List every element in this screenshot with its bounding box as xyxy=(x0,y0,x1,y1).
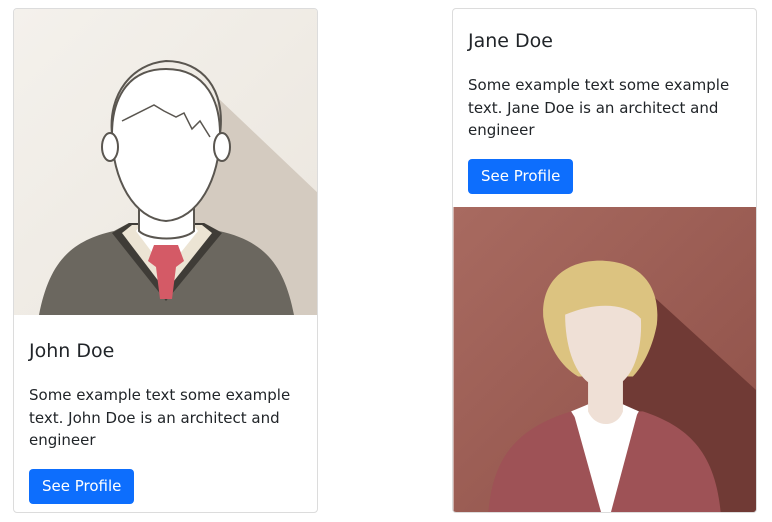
card-title: John Doe xyxy=(29,340,115,362)
see-profile-button[interactable]: See Profile xyxy=(468,158,574,194)
card-title: Jane Doe xyxy=(468,30,553,52)
female-avatar-image xyxy=(453,207,756,512)
profile-card-john: John Doe Some example text some example … xyxy=(13,8,318,513)
profile-card-jane: Jane Doe Some example text some example … xyxy=(452,8,757,513)
card-body: Jane Doe Some example text some example … xyxy=(453,9,756,207)
male-avatar-image xyxy=(14,9,317,315)
card-text: Some example text some example text. Jan… xyxy=(468,76,730,139)
card-body: John Doe Some example text some example … xyxy=(14,315,317,504)
card-text: Some example text some example text. Joh… xyxy=(29,386,291,449)
see-profile-button[interactable]: See Profile xyxy=(29,468,135,504)
